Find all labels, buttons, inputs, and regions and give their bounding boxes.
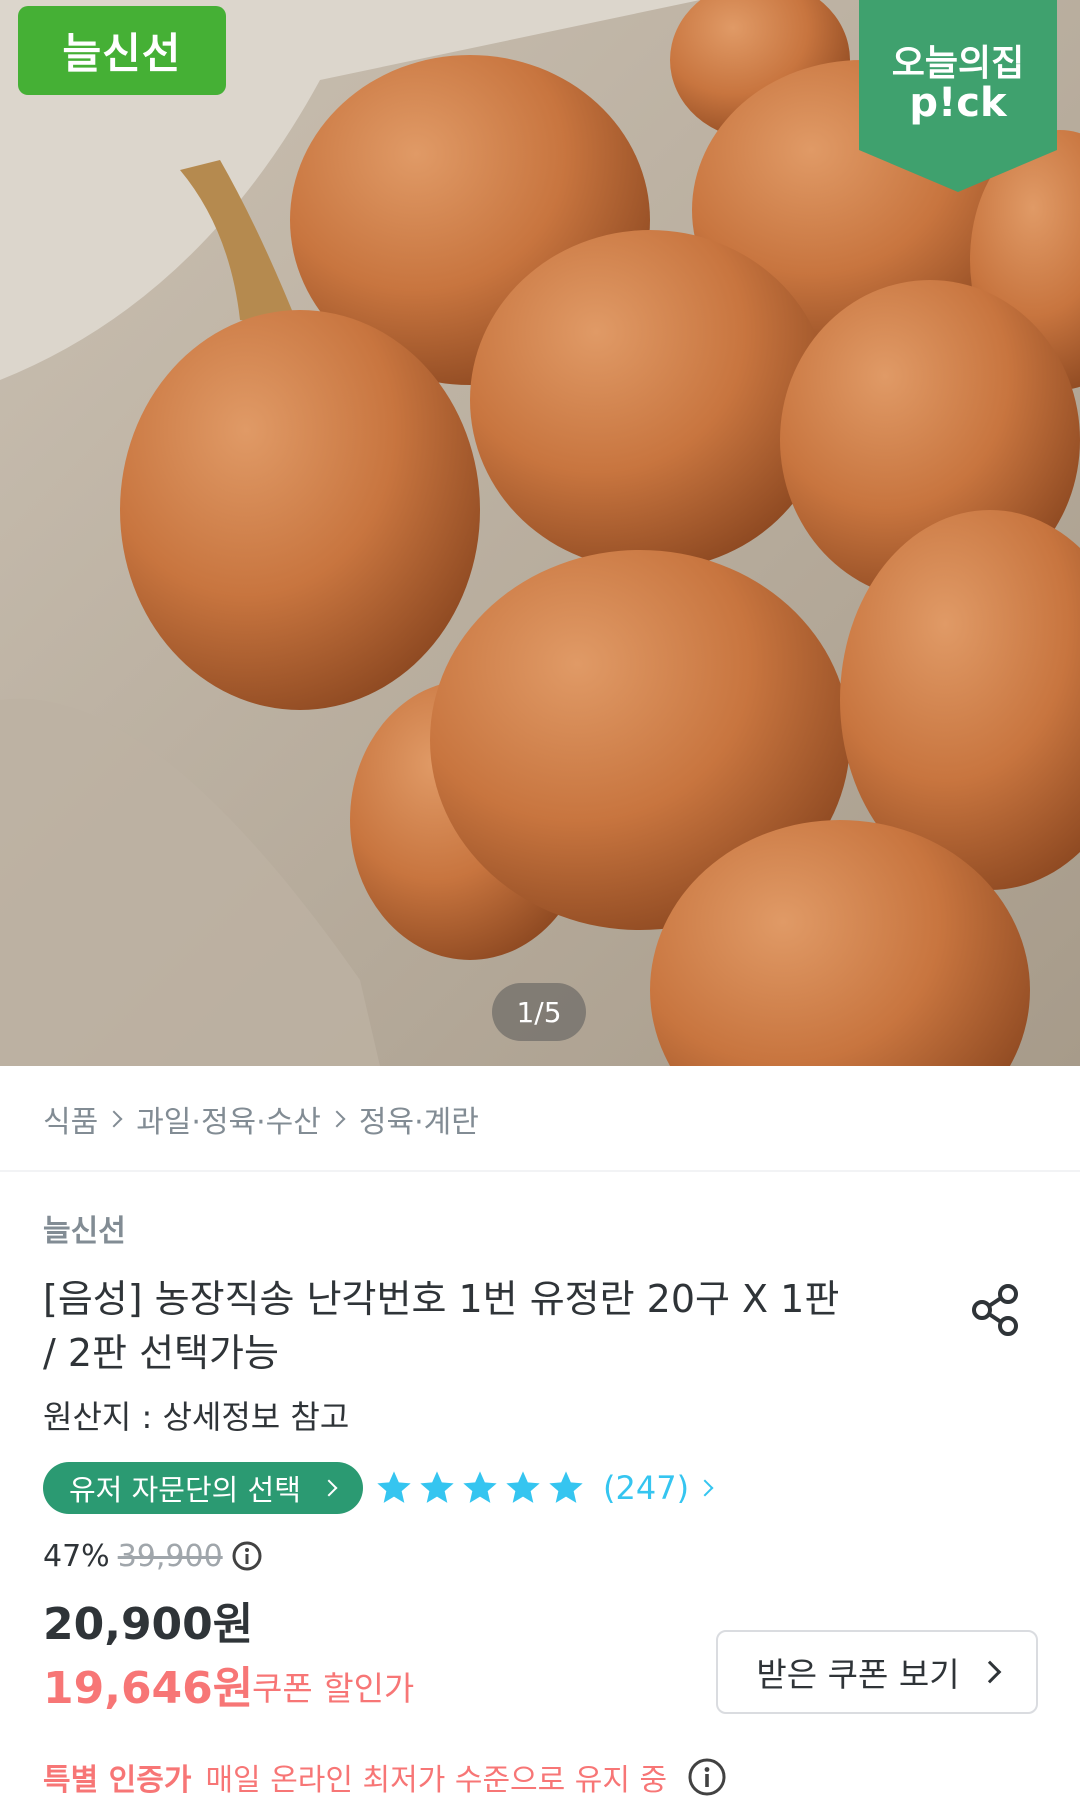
product-image-carousel[interactable]: 늘신선 오늘의집 p!ck 1/5 xyxy=(0,0,1080,1066)
view-coupons-button[interactable]: 받은 쿠폰 보기 xyxy=(716,1630,1038,1714)
discount-rate: 47% xyxy=(43,1538,110,1574)
section-divider xyxy=(0,1170,1080,1172)
info-icon[interactable] xyxy=(231,1540,263,1572)
breadcrumb: 식품 과일·정육·수산 정육·계란 xyxy=(43,1096,479,1142)
chevron-right-icon xyxy=(978,1660,1001,1684)
coupon-price-label: 쿠폰 할인가 xyxy=(252,1669,415,1708)
brand-badge: 늘신선 xyxy=(18,6,226,95)
share-button[interactable] xyxy=(966,1280,1026,1340)
star-icon xyxy=(506,1471,540,1503)
star-icon xyxy=(420,1471,454,1503)
chevron-right-icon xyxy=(696,1479,714,1497)
special-price-text: 매일 온라인 최저가 수준으로 유지 중 xyxy=(205,1763,668,1798)
special-price-label: 특별 인증가 xyxy=(43,1763,192,1798)
ohouse-pick-badge: 오늘의집 p!ck xyxy=(859,0,1057,192)
sale-price: 20,900원 xyxy=(43,1599,254,1650)
coupon-price: 19,646원 xyxy=(43,1663,254,1714)
chevron-right-icon xyxy=(105,1110,123,1128)
product-title: [음성] 농장직송 난각번호 1번 유정란 20구 X 1판 / 2판 선택가능 xyxy=(43,1277,840,1375)
pick-badge-line2: p!ck xyxy=(909,80,1007,126)
star-icon xyxy=(377,1471,411,1503)
pick-badge-line1: 오늘의집 xyxy=(891,43,1025,84)
original-price: 39,900 xyxy=(117,1538,223,1574)
user-advisor-choice-badge[interactable]: 유저 자문단의 선택 xyxy=(43,1462,363,1514)
brand-link[interactable]: 늘신선 xyxy=(43,1206,126,1250)
rating-reviews-link[interactable]: (247) xyxy=(374,1463,714,1513)
chevron-right-icon xyxy=(328,1110,346,1128)
origin-info: 원산지 : 상세정보 참고 xyxy=(43,1398,350,1436)
breadcrumb-item-fruit-meat-seafood[interactable]: 과일·정육·수산 xyxy=(136,1097,321,1141)
special-price-notice: 특별 인증가 매일 온라인 최저가 수준으로 유지 중 xyxy=(43,1754,727,1800)
discount-row: 47% 39,900 xyxy=(43,1534,263,1578)
chevron-right-icon xyxy=(320,1479,338,1497)
star-icon xyxy=(463,1471,497,1503)
info-icon[interactable] xyxy=(687,1757,727,1797)
share-icon xyxy=(972,1284,1018,1336)
coupon-button-label: 받은 쿠폰 보기 xyxy=(756,1655,960,1694)
breadcrumb-item-meat-egg[interactable]: 정육·계란 xyxy=(359,1097,479,1141)
image-page-counter: 1/5 xyxy=(492,983,586,1041)
review-count: (247) xyxy=(603,1469,690,1507)
advisor-badge-label: 유저 자문단의 선택 xyxy=(69,1473,301,1507)
breadcrumb-item-food[interactable]: 식품 xyxy=(43,1097,98,1141)
star-icon xyxy=(549,1471,583,1503)
